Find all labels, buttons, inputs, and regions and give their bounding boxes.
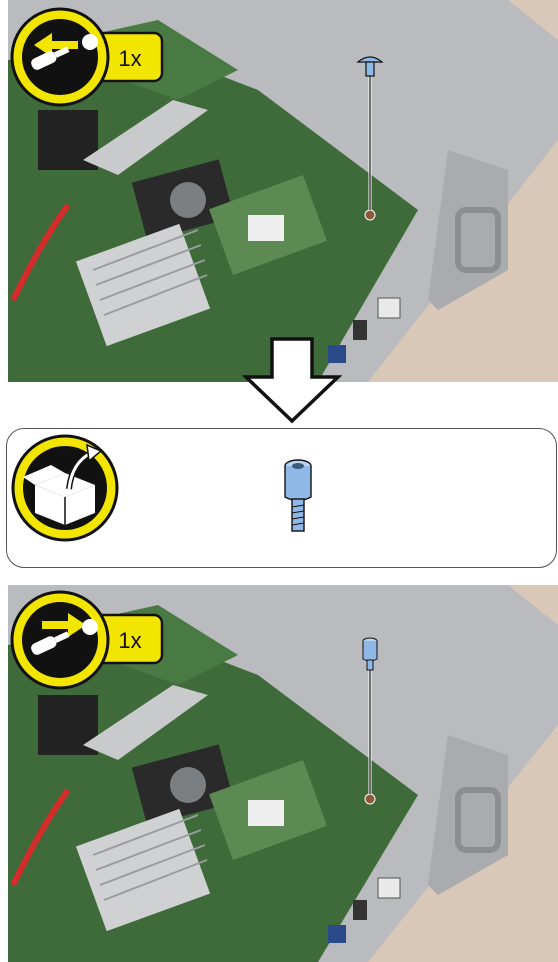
open-box-icon bbox=[11, 434, 119, 542]
quantity-badge-label: 1x bbox=[118, 628, 141, 653]
board-photo-install: 1x bbox=[8, 585, 558, 962]
step-install-standoff-panel: 1x bbox=[8, 585, 558, 962]
board-photo-remove: 1x bbox=[8, 0, 558, 382]
step-remove-screw-panel: 1x bbox=[8, 0, 558, 382]
package-contents-panel bbox=[6, 428, 557, 568]
standoff-icon bbox=[284, 459, 312, 532]
quantity-badge-label: 1x bbox=[118, 46, 141, 71]
down-arrow-icon bbox=[242, 337, 342, 424]
